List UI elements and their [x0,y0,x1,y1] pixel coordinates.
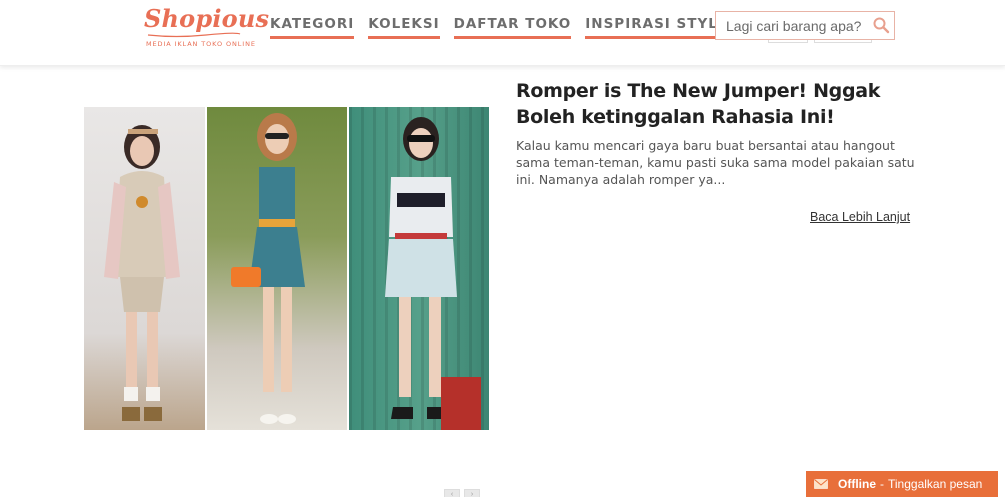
nav-inspirasi-style[interactable]: INSPIRASI STYLE [585,16,729,39]
article-image-collage[interactable] [84,107,489,430]
mail-icon [814,479,828,489]
dropdown-tab [768,40,808,43]
model-figure-3 [385,117,481,430]
logo-swash-icon [147,32,241,38]
chat-message: Tinggalkan pesan [888,477,983,491]
nav-daftar-toko[interactable]: DAFTAR TOKO [453,16,572,39]
romper-photo-2 [207,107,347,430]
chat-separator: - [880,477,884,491]
nav-kategori[interactable]: KATEGORI [270,16,355,39]
romper-photo-1 [84,107,205,430]
search-icon[interactable] [872,16,890,34]
model-figure-2 [231,113,305,424]
pager-next-button[interactable]: › [464,489,480,497]
model-figure-1 [104,125,180,421]
read-more-link[interactable]: Baca Lebih Lanjut [810,210,910,224]
article-title[interactable]: Romper is The New Jumper! Nggak Boleh ke… [516,78,916,130]
search-box [715,11,895,40]
shopious-logo[interactable]: Shopious MEDIA IKLAN TOKO ONLINE [144,4,269,50]
site-header: Shopious MEDIA IKLAN TOKO ONLINE KATEGOR… [0,0,1005,66]
chat-status: Offline [838,477,876,491]
header-dropdown-tabs [768,40,872,43]
pager: ‹ › [444,489,480,497]
romper-photo-3 [349,107,489,430]
nav-koleksi[interactable]: KOLEKSI [368,16,440,39]
logo-tagline: MEDIA IKLAN TOKO ONLINE [146,40,256,48]
dropdown-tab [814,40,872,43]
logo-wordmark: Shopious [144,4,270,33]
pager-prev-button[interactable]: ‹ [444,489,460,497]
live-chat-widget[interactable]: Offline - Tinggalkan pesan [806,471,998,497]
search-input[interactable] [716,12,868,39]
main-nav: KATEGORI KOLEKSI DAFTAR TOKO INSPIRASI S… [270,16,729,39]
article-excerpt: Kalau kamu mencari gaya baru buat bersan… [516,138,915,187]
